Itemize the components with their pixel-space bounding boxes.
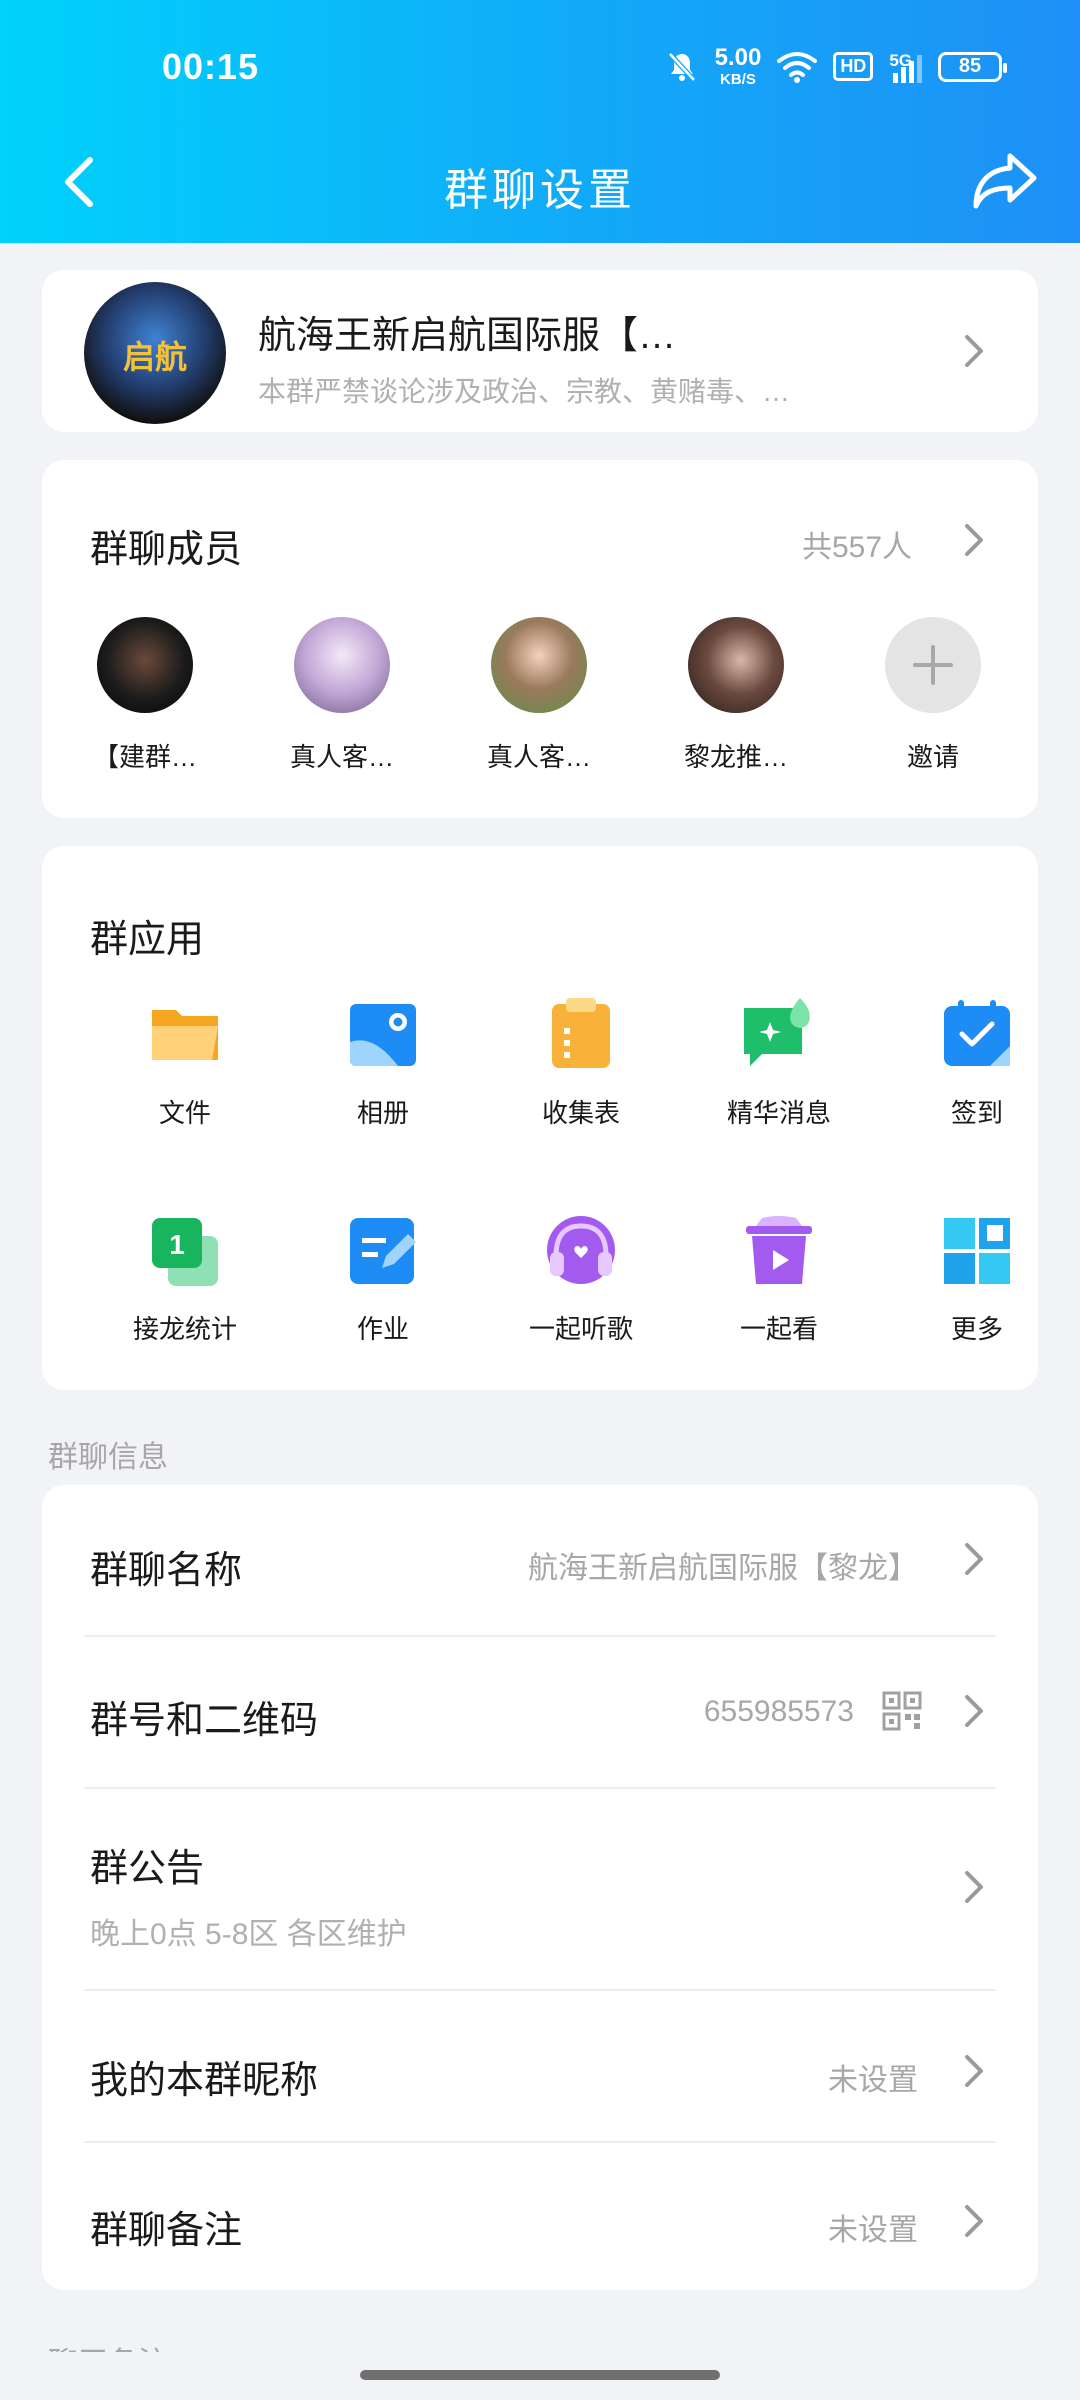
app-label: 相册 — [356, 1098, 409, 1128]
status-bar: 00:15 5.00 KB/S HD 5G 85 — [0, 40, 1080, 100]
app-collection-form[interactable]: 收集表 — [496, 996, 666, 1130]
highlight-message-icon — [744, 998, 810, 1066]
member-name: 真人客… — [486, 742, 591, 772]
hd-badge: HD — [833, 52, 874, 81]
network-speed: 5.00 KB/S — [714, 44, 762, 88]
app-watch-together[interactable]: 一起看 — [694, 1212, 864, 1346]
app-label: 收集表 — [541, 1098, 620, 1128]
group-info-card: 群聊名称 航海王新启航国际服【黎龙】 群号和二维码 655985573 群公告 … — [42, 1485, 1038, 2290]
group-apps-card: 群应用 文件 相册 收集表 精华消息 签到 1 接龙统计 作业 一起听歌 一起看… — [42, 846, 1038, 1390]
group-remark-row[interactable]: 群聊备注 未设置 — [42, 2143, 1038, 2290]
share-icon[interactable] — [970, 148, 1040, 212]
mute-bell-icon — [667, 51, 696, 82]
home-indicator[interactable] — [360, 2370, 720, 2380]
status-icons: 5.00 KB/S HD 5G 85 — [665, 44, 1007, 88]
app-label: 接龙统计 — [132, 1314, 237, 1344]
chevron-right-icon — [965, 1543, 983, 1575]
app-label: 更多 — [950, 1314, 1003, 1344]
app-files[interactable]: 文件 — [100, 996, 270, 1130]
row-label: 群公告 — [90, 1848, 205, 1890]
chevron-right-icon — [965, 524, 983, 556]
app-highlights[interactable]: 精华消息 — [694, 996, 864, 1130]
avatar — [97, 617, 193, 713]
avatar — [688, 617, 784, 713]
chevron-right-icon — [965, 1695, 983, 1727]
group-name: 航海王新启航国际服【… — [258, 315, 677, 357]
calendar-check-icon — [944, 1000, 1010, 1066]
row-label: 群聊备注 — [90, 2210, 243, 2252]
member-item[interactable]: 真人客… — [474, 617, 604, 774]
apps-title: 群应用 — [90, 919, 205, 961]
invite-label: 邀请 — [906, 742, 959, 772]
app-homework[interactable]: 作业 — [298, 1212, 468, 1346]
grid-more-icon — [944, 1218, 1010, 1284]
my-nickname-row[interactable]: 我的本群昵称 未设置 — [42, 1991, 1038, 2141]
invite-member-button[interactable]: 邀请 — [868, 617, 998, 774]
row-label: 我的本群昵称 — [90, 2060, 319, 2102]
chevron-right-icon — [965, 2205, 983, 2237]
homework-icon — [350, 1218, 416, 1284]
member-item[interactable]: 黎龙推… — [671, 617, 801, 774]
avatar — [294, 617, 390, 713]
page-title: 群聊设置 — [444, 166, 636, 215]
group-id-value: 655985573 — [703, 1695, 854, 1728]
title-bar: 群聊设置 — [0, 140, 1080, 220]
app-label: 签到 — [950, 1098, 1003, 1128]
row-label: 群聊名称 — [90, 1550, 243, 1592]
member-item[interactable]: 真人客… — [277, 617, 407, 774]
add-icon — [885, 617, 981, 713]
chain-count-icon: 1 — [152, 1218, 218, 1286]
announcement-row[interactable]: 群公告 晚上0点 5-8区 各区维护 — [42, 1789, 1038, 1989]
member-item[interactable]: 【建群… — [80, 617, 210, 774]
members-title[interactable]: 群聊成员 — [90, 518, 242, 573]
headphones-icon — [547, 1216, 615, 1284]
folder-icon — [152, 1010, 218, 1060]
app-checkin[interactable]: 签到 — [892, 996, 1062, 1130]
chevron-right-icon — [965, 1871, 983, 1903]
members-count[interactable]: 共557人 — [802, 522, 912, 566]
app-label: 文件 — [158, 1098, 211, 1128]
section-title-group-info: 群聊信息 — [48, 1441, 168, 1474]
qr-code-icon[interactable] — [882, 1691, 922, 1731]
chevron-right-icon — [965, 2055, 983, 2087]
members-card: 群聊成员 共557人 【建群… 真人客… 真人客… 黎龙推… 邀请 — [42, 460, 1038, 818]
row-value: 航海王新启航国际服【黎龙】 — [528, 1552, 918, 1585]
member-name: 【建群… — [92, 742, 197, 772]
row-label: 群号和二维码 — [90, 1700, 319, 1742]
app-more[interactable]: 更多 — [892, 1212, 1062, 1346]
play-tv-icon — [746, 1216, 812, 1284]
status-time: 00:15 — [162, 46, 260, 87]
row-value: 未设置 — [828, 2214, 918, 2247]
member-name: 黎龙推… — [683, 742, 788, 772]
row-value: 未设置 — [828, 2064, 918, 2097]
avatar — [491, 617, 587, 713]
top-bar: 00:15 5.00 KB/S HD 5G 85 群聊设置 — [0, 0, 1080, 243]
group-summary-card[interactable]: 启航 航海王新启航国际服【… 本群严禁谈论涉及政治、宗教、黄赌毒、… — [42, 270, 1038, 432]
app-chain-count[interactable]: 1 接龙统计 — [100, 1212, 270, 1346]
app-album[interactable]: 相册 — [298, 996, 468, 1130]
group-avatar[interactable]: 启航 — [84, 282, 226, 424]
battery-indicator: 85 — [938, 51, 1007, 82]
signal-5g: 5G — [889, 51, 922, 83]
chevron-right-icon — [965, 335, 983, 367]
photo-album-icon — [350, 1004, 416, 1066]
svg-text:1: 1 — [169, 1229, 185, 1260]
announcement-text: 晚上0点 5-8区 各区维护 — [90, 1918, 407, 1951]
app-label: 一起看 — [739, 1314, 818, 1344]
group-id-row[interactable]: 群号和二维码 655985573 — [42, 1637, 1038, 1787]
group-name-row[interactable]: 群聊名称 航海王新启航国际服【黎龙】 — [42, 1485, 1038, 1635]
app-listen-together[interactable]: 一起听歌 — [496, 1212, 666, 1346]
member-name: 真人客… — [289, 742, 394, 772]
wifi-icon — [777, 51, 818, 83]
app-label: 精华消息 — [726, 1098, 831, 1128]
group-description: 本群严禁谈论涉及政治、宗教、黄赌毒、… — [258, 376, 791, 407]
app-label: 一起听歌 — [528, 1314, 633, 1344]
clipboard-icon — [552, 998, 610, 1068]
app-label: 作业 — [356, 1314, 409, 1344]
